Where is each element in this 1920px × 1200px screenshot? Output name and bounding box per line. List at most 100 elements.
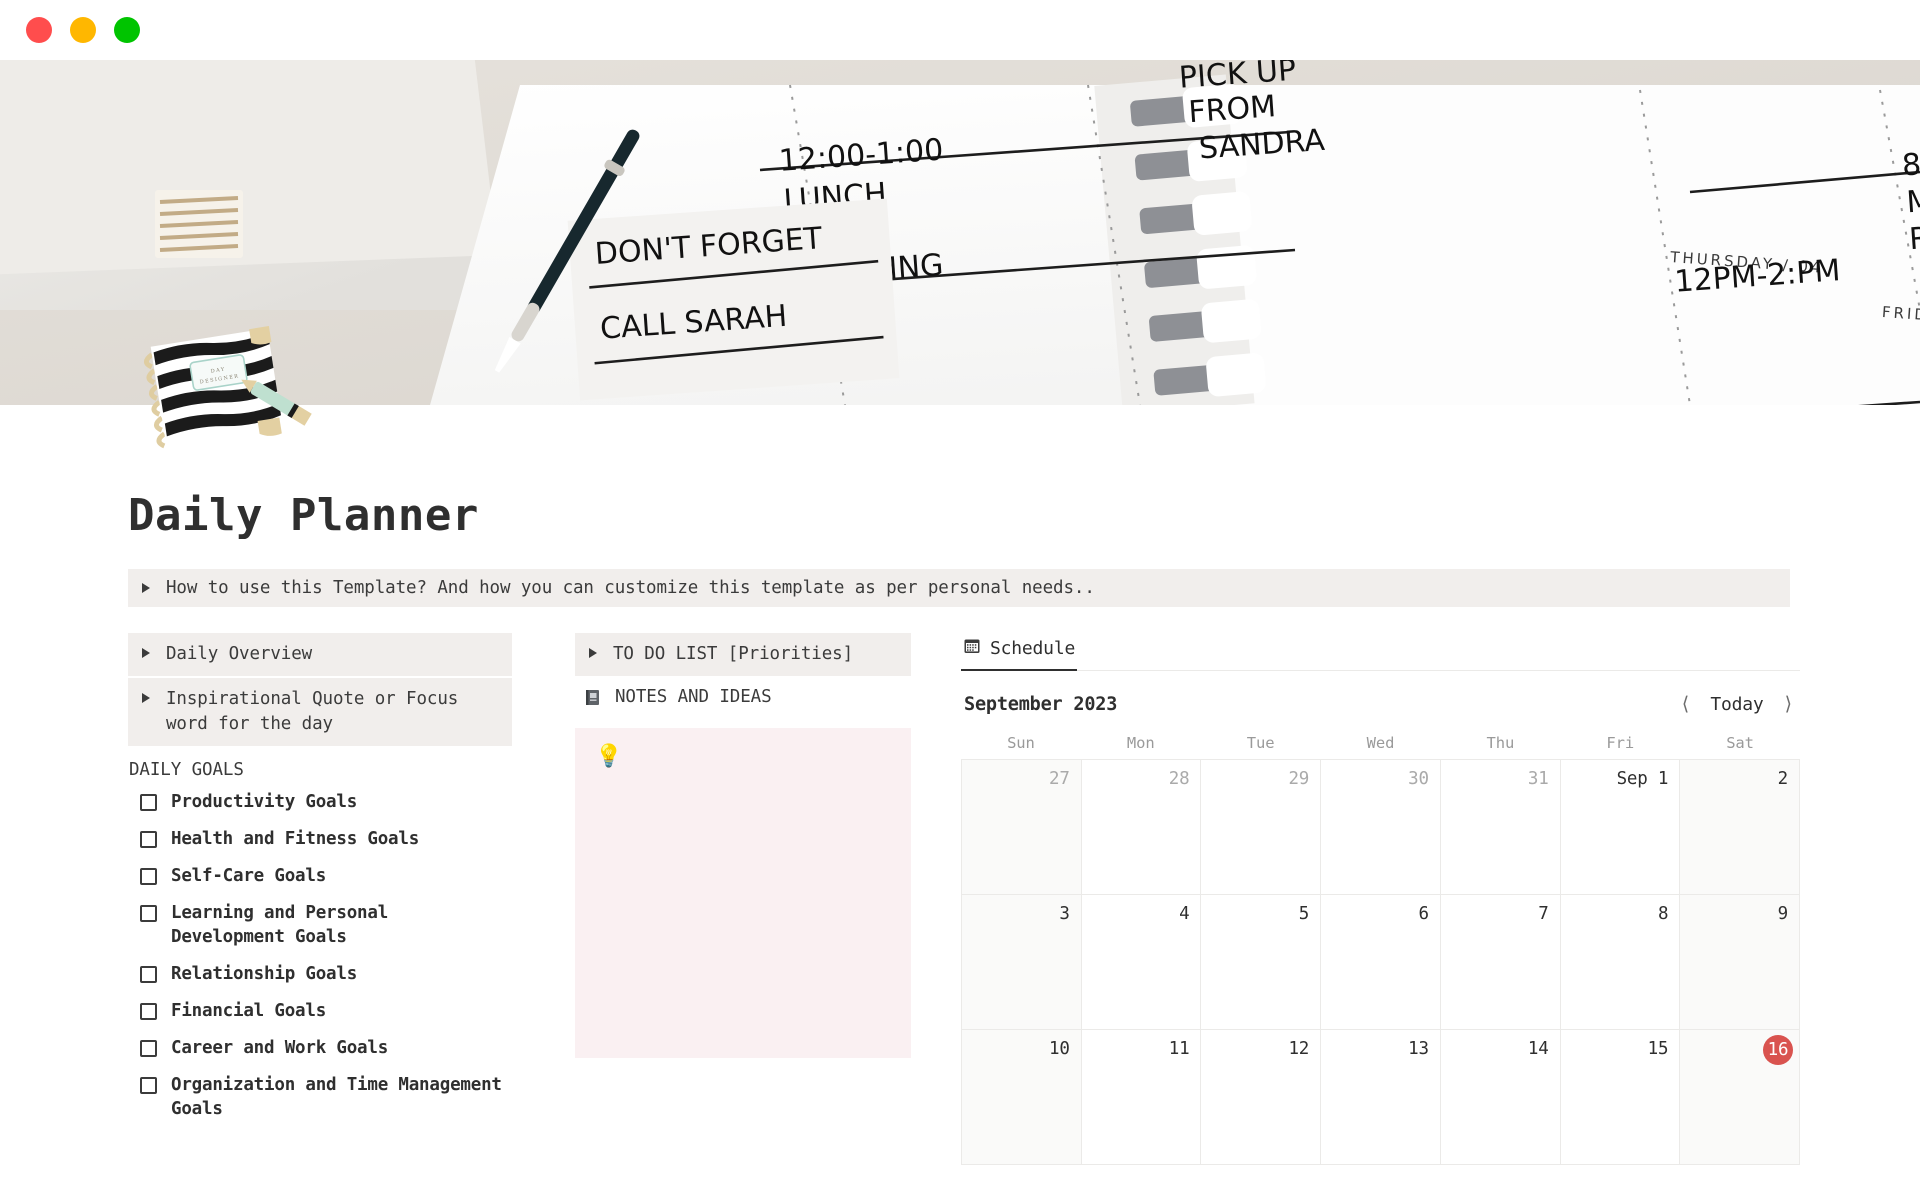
chevron-right-icon[interactable]: ⟩: [1780, 693, 1797, 716]
lightbulb-icon: 💡: [595, 744, 623, 769]
goal-item[interactable]: Learning and Personal Development Goals: [128, 901, 512, 949]
calendar-day-cell[interactable]: 8: [1560, 895, 1681, 1030]
calendar-day-number: 28: [1168, 769, 1190, 789]
weekday-label: Tue: [1246, 734, 1275, 752]
goal-checkbox[interactable]: [140, 794, 157, 811]
goal-item[interactable]: Productivity Goals: [128, 790, 512, 814]
toggle-inspirational-quote-label: Inspirational Quote or Focus word for th…: [166, 689, 459, 734]
calendar-day-cell[interactable]: 29: [1201, 760, 1322, 895]
goal-checkbox[interactable]: [140, 1003, 157, 1020]
tab-schedule[interactable]: Schedule: [961, 633, 1078, 671]
goal-item[interactable]: Health and Fitness Goals: [128, 827, 512, 851]
calendar-month-label: September 2023: [964, 694, 1118, 715]
calendar-day-cell[interactable]: 28: [1081, 760, 1202, 895]
calendar-day-number: 2: [1777, 769, 1789, 789]
goal-item[interactable]: Career and Work Goals: [128, 1036, 512, 1060]
goal-item[interactable]: Relationship Goals: [128, 962, 512, 986]
calendar-day-cell[interactable]: 12: [1201, 1030, 1322, 1165]
goal-checkbox[interactable]: [140, 1077, 157, 1094]
toggle-todo-list-label: TO DO LIST [Priorities]: [613, 644, 854, 664]
calendar-day-number: 31: [1527, 769, 1549, 789]
goal-checkbox[interactable]: [140, 905, 157, 922]
schedule-tabbar: Schedule: [961, 633, 1800, 671]
today-button[interactable]: Today: [1710, 694, 1763, 715]
calendar-day-cell[interactable]: 16: [1680, 1030, 1800, 1165]
calendar-day-number: 11: [1168, 1039, 1190, 1059]
goal-checkbox[interactable]: [140, 1040, 157, 1057]
calendar-day-number: 5: [1298, 904, 1310, 924]
goal-label: Relationship Goals: [171, 964, 358, 984]
calendar-day-cell[interactable]: 7: [1440, 895, 1561, 1030]
calendar-day-number: 29: [1288, 769, 1310, 789]
window-minimize-button[interactable]: [70, 17, 96, 43]
goal-label: Financial Goals: [171, 1001, 327, 1021]
calendar-day-cell[interactable]: 30: [1321, 760, 1441, 895]
page-title: Daily Planner: [128, 490, 479, 541]
how-to-use-label: How to use this Template? And how you ca…: [166, 578, 1095, 598]
svg-text:FRID: FRID: [1881, 303, 1920, 324]
svg-text:RHYN: RHYN: [1908, 216, 1920, 257]
toggle-daily-overview[interactable]: Daily Overview: [128, 633, 512, 676]
goal-label: Self-Care Goals: [171, 866, 327, 886]
calendar-day-cell[interactable]: 6: [1321, 895, 1441, 1030]
goal-label: Productivity Goals: [171, 792, 358, 812]
goal-label: Health and Fitness Goals: [171, 829, 420, 849]
daily-goals-list: Productivity Goals Health and Fitness Go…: [128, 790, 512, 1121]
calendar-day-number: 10: [1049, 1039, 1070, 1059]
svg-text:8:00: 8:00: [1901, 144, 1920, 184]
goal-item[interactable]: Financial Goals: [128, 999, 512, 1023]
goal-label: Learning and Personal Development Goals: [171, 903, 389, 947]
calendar-day-cell[interactable]: 3: [962, 895, 1082, 1030]
calendar-day-cell[interactable]: 13: [1321, 1030, 1441, 1165]
goal-checkbox[interactable]: [140, 831, 157, 848]
svg-text:MEE: MEE: [1905, 181, 1920, 220]
middle-column: TO DO LIST [Priorities] NOTES AND IDEAS: [575, 633, 911, 1058]
schedule-panel: Schedule September 2023 ⟨ Today ⟩ Sun Mo…: [961, 633, 1800, 1165]
chevron-left-icon[interactable]: ⟨: [1677, 693, 1694, 716]
calendar-day-cell[interactable]: 15: [1560, 1030, 1681, 1165]
calendar-day-cell[interactable]: 27: [962, 760, 1082, 895]
calendar-day-cell[interactable]: 11: [1081, 1030, 1202, 1165]
calendar-day-number: 27: [1049, 769, 1070, 789]
calendar-day-cell[interactable]: 10: [962, 1030, 1082, 1165]
calendar-day-cell[interactable]: 2: [1680, 760, 1800, 895]
weekday-label: Sun: [1007, 734, 1035, 752]
chevron-right-icon[interactable]: [142, 583, 150, 593]
calendar-day-number: 14: [1527, 1039, 1549, 1059]
window-close-button[interactable]: [26, 17, 52, 43]
calendar-day-cell[interactable]: 5: [1201, 895, 1322, 1030]
calendar-day-cell[interactable]: Sep 1: [1560, 760, 1681, 895]
toggle-inspirational-quote[interactable]: Inspirational Quote or Focus word for th…: [128, 678, 512, 746]
calendar-day-number: 6: [1418, 904, 1430, 924]
notebook-icon: [583, 688, 602, 707]
goal-item[interactable]: Organization and Time Management Goals: [128, 1073, 512, 1121]
toggle-todo-list[interactable]: TO DO LIST [Priorities]: [575, 633, 911, 676]
goal-checkbox[interactable]: [140, 966, 157, 983]
calendar-day-cell[interactable]: 4: [1081, 895, 1202, 1030]
chevron-right-icon[interactable]: [142, 693, 150, 703]
goal-checkbox[interactable]: [140, 868, 157, 885]
calendar-day-number: 30: [1408, 769, 1429, 789]
calendar-today-badge: 16: [1763, 1035, 1793, 1065]
chevron-right-icon[interactable]: [589, 648, 597, 658]
window-maximize-button[interactable]: [114, 17, 140, 43]
chevron-right-icon[interactable]: [142, 648, 150, 658]
calendar-day-number: 8: [1657, 904, 1669, 924]
daily-goals-heading: DAILY GOALS: [129, 760, 244, 780]
calendar-day-cell[interactable]: 9: [1680, 895, 1800, 1030]
calendar-day-number: 13: [1408, 1039, 1429, 1059]
calendar-day-cell[interactable]: 14: [1440, 1030, 1561, 1165]
calendar-day-number: 9: [1777, 904, 1789, 924]
weekday-label: Fri: [1606, 734, 1635, 752]
notes-and-ideas-label: NOTES AND IDEAS: [615, 687, 772, 707]
weekday-label: Wed: [1366, 734, 1395, 752]
svg-text:FROM: FROM: [1187, 89, 1277, 130]
notes-and-ideas-heading-row: NOTES AND IDEAS: [575, 681, 911, 713]
calendar-day-number: 7: [1538, 904, 1549, 924]
weekday-label: Sat: [1726, 734, 1754, 752]
notes-callout[interactable]: 💡: [575, 728, 911, 1058]
how-to-use-toggle[interactable]: How to use this Template? And how you ca…: [128, 569, 1790, 607]
goal-label: Career and Work Goals: [171, 1038, 389, 1058]
goal-item[interactable]: Self-Care Goals: [128, 864, 512, 888]
calendar-day-cell[interactable]: 31: [1440, 760, 1561, 895]
